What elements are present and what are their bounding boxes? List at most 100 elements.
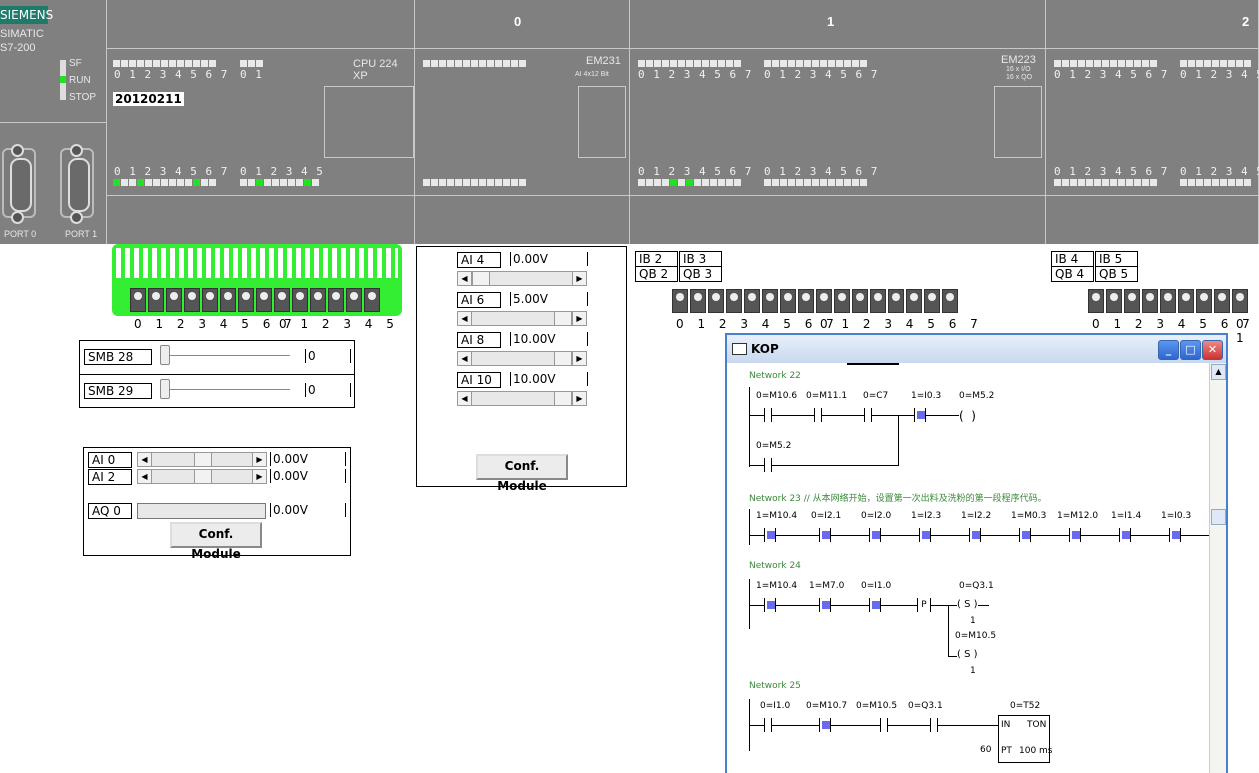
input-switch[interactable]	[690, 289, 706, 313]
scroll-right-icon[interactable]: ▶	[572, 352, 586, 365]
input-switch[interactable]	[1214, 289, 1230, 313]
scroll-left-icon[interactable]: ◀	[458, 272, 472, 285]
brand-text: SIEMENS	[0, 8, 54, 22]
input-switch[interactable]	[184, 288, 200, 312]
scroll-thumb[interactable]	[194, 453, 212, 466]
scroll-thumb[interactable]	[554, 392, 572, 405]
input-switch[interactable]	[274, 288, 290, 312]
input-switch[interactable]	[708, 289, 724, 313]
ai8-scrollbar[interactable]: ◀ ▶	[457, 351, 587, 366]
ib3-label: IB 3	[679, 251, 722, 267]
ai6-scrollbar[interactable]: ◀ ▶	[457, 311, 587, 326]
input-switch[interactable]	[166, 288, 182, 312]
input-switch[interactable]	[672, 289, 688, 313]
mod1-output-leds-b	[764, 179, 867, 186]
scroll-thumb[interactable]	[554, 352, 572, 365]
mod2-input-digits-b: 0 1 2 3 4 5	[1180, 68, 1259, 81]
input-switch[interactable]	[238, 288, 254, 312]
input-switch[interactable]	[942, 289, 958, 313]
scroll-left-icon[interactable]: ◀	[458, 312, 472, 325]
input-switch[interactable]	[780, 289, 796, 313]
input-switch[interactable]	[744, 289, 760, 313]
input-switch[interactable]	[292, 288, 308, 312]
scroll-left-icon[interactable]: ◀	[138, 470, 152, 483]
scroll-thumb[interactable]	[194, 470, 212, 483]
input-switch[interactable]	[762, 289, 778, 313]
contact-label: 0=M11.1	[806, 391, 848, 401]
ai2-scrollbar[interactable]: ◀ ▶	[137, 469, 267, 484]
cpu-switches-row1[interactable]	[130, 288, 274, 315]
scroll-left-icon[interactable]: ◀	[458, 392, 472, 405]
mod2-switches-b[interactable]	[1232, 289, 1250, 316]
scroll-up-icon[interactable]: ▲	[1211, 364, 1226, 380]
minimize-button[interactable]: _	[1158, 340, 1179, 360]
cpu-conf-module-button[interactable]: Conf. Module	[170, 522, 262, 561]
timer-in-label: IN	[1001, 720, 1011, 730]
kop-titlebar[interactable]: KOP _ □ ✕	[727, 335, 1226, 364]
scroll-thumb[interactable]	[472, 272, 490, 285]
scroll-right-icon[interactable]: ▶	[252, 470, 266, 483]
input-switch[interactable]	[256, 288, 272, 312]
mod2-switches-a[interactable]	[1088, 289, 1232, 316]
scroll-thumb[interactable]	[554, 312, 572, 325]
scroll-left-icon[interactable]: ◀	[458, 352, 472, 365]
ai4-scrollbar[interactable]: ◀ ▶	[457, 271, 587, 286]
input-switch[interactable]	[346, 288, 362, 312]
mod1-switches-a[interactable]	[672, 289, 816, 316]
input-switch[interactable]	[202, 288, 218, 312]
close-button[interactable]: ✕	[1202, 340, 1223, 360]
input-switch[interactable]	[1088, 289, 1104, 313]
input-switch[interactable]	[870, 289, 886, 313]
input-switch[interactable]	[888, 289, 904, 313]
smb29-slider[interactable]	[154, 377, 300, 409]
timer-type: TON	[1027, 720, 1047, 730]
cpu-switches-row2[interactable]	[274, 288, 382, 315]
em231-conf-module-button[interactable]: Conf. Module	[476, 454, 568, 493]
input-switch[interactable]	[220, 288, 236, 312]
ib2-label: IB 2	[635, 251, 678, 267]
maximize-button[interactable]: □	[1180, 340, 1201, 360]
module-0-em231: 0 EM231 AI 4x12 Bit	[414, 0, 629, 244]
ai0-scrollbar[interactable]: ◀ ▶	[137, 452, 267, 467]
scroll-right-icon[interactable]: ▶	[572, 312, 586, 325]
input-switch[interactable]	[1196, 289, 1212, 313]
kop-vertical-scrollbar[interactable]: ▲	[1209, 363, 1226, 773]
scroll-right-icon[interactable]: ▶	[572, 392, 586, 405]
input-switch[interactable]	[726, 289, 742, 313]
contact-label: 1=I2.2	[961, 511, 992, 521]
input-switch[interactable]	[1178, 289, 1194, 313]
input-switch[interactable]	[852, 289, 868, 313]
input-switch[interactable]	[1160, 289, 1176, 313]
contact-no	[880, 718, 888, 732]
slider-thumb[interactable]	[160, 379, 170, 399]
input-switch[interactable]	[148, 288, 164, 312]
mod2-input-leds-b	[1180, 60, 1251, 67]
input-switch[interactable]	[906, 289, 922, 313]
contact-label: 1=M10.4	[756, 511, 798, 521]
scroll-right-icon[interactable]: ▶	[252, 453, 266, 466]
contact-label: 1=I1.4	[1111, 511, 1142, 521]
scroll-thumb[interactable]	[1211, 509, 1226, 525]
ai10-scrollbar[interactable]: ◀ ▶	[457, 391, 587, 406]
screw-icon	[70, 144, 83, 157]
input-switch[interactable]	[834, 289, 850, 313]
input-switch[interactable]	[816, 289, 832, 313]
input-switch[interactable]	[130, 288, 146, 312]
input-switch[interactable]	[1142, 289, 1158, 313]
input-switch[interactable]	[328, 288, 344, 312]
input-switch[interactable]	[364, 288, 380, 312]
input-switch[interactable]	[924, 289, 940, 313]
contact-label: 0=I1.0	[760, 701, 791, 711]
scroll-right-icon[interactable]: ▶	[572, 272, 586, 285]
em223-slot	[994, 86, 1042, 158]
scroll-left-icon[interactable]: ◀	[138, 453, 152, 466]
smb28-slider[interactable]	[154, 343, 300, 375]
mod1-switches-b[interactable]	[816, 289, 960, 316]
date-display: 20120211	[113, 92, 184, 106]
input-switch[interactable]	[1106, 289, 1122, 313]
input-switch[interactable]	[1232, 289, 1248, 313]
slider-thumb[interactable]	[160, 345, 170, 365]
input-switch[interactable]	[798, 289, 814, 313]
input-switch[interactable]	[310, 288, 326, 312]
input-switch[interactable]	[1124, 289, 1140, 313]
